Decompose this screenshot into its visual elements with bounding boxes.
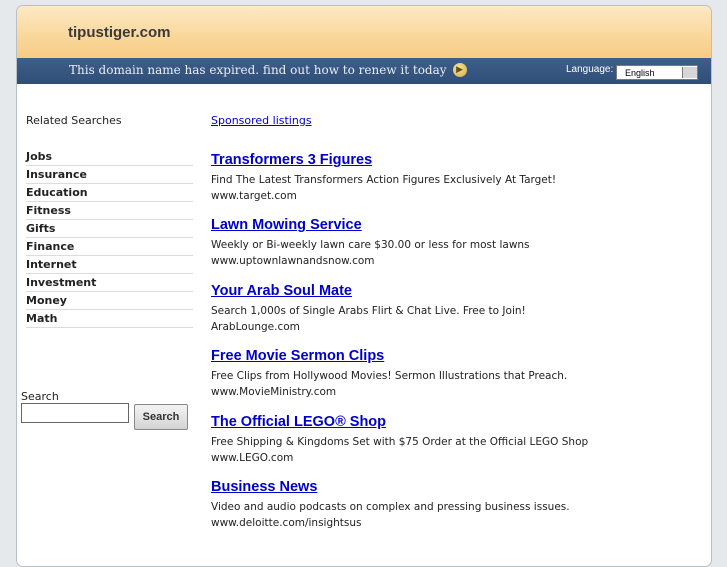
listing-description: Free Clips from Hollywood Movies! Sermon… [211, 370, 568, 382]
listing-url[interactable]: ArabLounge.com [211, 321, 671, 333]
language-label: Language: [566, 64, 614, 75]
listing-title[interactable]: Free Movie Sermon Clips [211, 348, 671, 364]
listing-title[interactable]: Lawn Mowing Service [211, 217, 671, 233]
language-select[interactable]: English [616, 65, 698, 80]
expired-bar: This domain name has expired. find out h… [17, 58, 711, 84]
listing-url[interactable]: www.deloitte.com/insightsus [211, 517, 671, 529]
search-input[interactable] [21, 403, 129, 423]
site-title: tipustiger.com [68, 24, 171, 41]
language-value: English [625, 67, 655, 78]
header: tipustiger.com [17, 6, 711, 58]
listing-url[interactable]: www.target.com [211, 190, 671, 202]
related-item[interactable]: Money [26, 293, 193, 310]
related-searches: Related Searches Jobs Insurance Educatio… [26, 114, 193, 329]
expired-message-link[interactable]: This domain name has expired. find out h… [69, 63, 467, 77]
listing-url[interactable]: www.LEGO.com [211, 452, 671, 464]
related-item[interactable]: Education [26, 185, 193, 202]
listing: The Official LEGO® Shop Free Shipping & … [211, 414, 671, 464]
listing-title[interactable]: The Official LEGO® Shop [211, 414, 671, 430]
related-searches-title: Related Searches [26, 114, 122, 127]
listing: Business News Video and audio podcasts o… [211, 479, 671, 529]
listing-description: Find The Latest Transformers Action Figu… [211, 174, 557, 186]
listing-description: Video and audio podcasts on complex and … [211, 501, 570, 513]
listing: Your Arab Soul Mate Search 1,000s of Sin… [211, 283, 671, 333]
search-label: Search [21, 390, 59, 403]
related-item[interactable]: Investment [26, 275, 193, 292]
related-item[interactable]: Fitness [26, 203, 193, 220]
listing-title[interactable]: Transformers 3 Figures [211, 152, 671, 168]
related-item[interactable]: Finance [26, 239, 193, 256]
sponsored-listings-link[interactable]: Sponsored listings [211, 114, 671, 127]
related-item[interactable]: Gifts [26, 221, 193, 238]
listing-url[interactable]: www.MovieMinistry.com [211, 386, 671, 398]
listing: Transformers 3 Figures Find The Latest T… [211, 152, 671, 202]
sponsored-listings: Sponsored listings Transformers 3 Figure… [211, 114, 671, 529]
expired-message[interactable]: This domain name has expired. find out h… [69, 63, 447, 77]
arrow-circle-icon[interactable]: ▶ [452, 63, 467, 77]
listing-url[interactable]: www.uptownlawnandsnow.com [211, 255, 671, 267]
related-item[interactable]: Jobs [26, 149, 193, 166]
listing-title[interactable]: Business News [211, 479, 671, 495]
related-item[interactable]: Insurance [26, 167, 193, 184]
related-item[interactable]: Math [26, 311, 193, 328]
listing-title[interactable]: Your Arab Soul Mate [211, 283, 671, 299]
listing-description: Weekly or Bi-weekly lawn care $30.00 or … [211, 239, 530, 251]
search-button[interactable]: Search [134, 404, 188, 430]
dropdown-arrow-icon[interactable] [682, 67, 697, 78]
related-item[interactable]: Internet [26, 257, 193, 274]
listing: Lawn Mowing Service Weekly or Bi-weekly … [211, 217, 671, 267]
listing: Free Movie Sermon Clips Free Clips from … [211, 348, 671, 398]
listing-description: Search 1,000s of Single Arabs Flirt & Ch… [211, 305, 526, 317]
related-list: Jobs Insurance Education Fitness Gifts F… [26, 149, 193, 328]
listing-description: Free Shipping & Kingdoms Set with $75 Or… [211, 436, 589, 448]
